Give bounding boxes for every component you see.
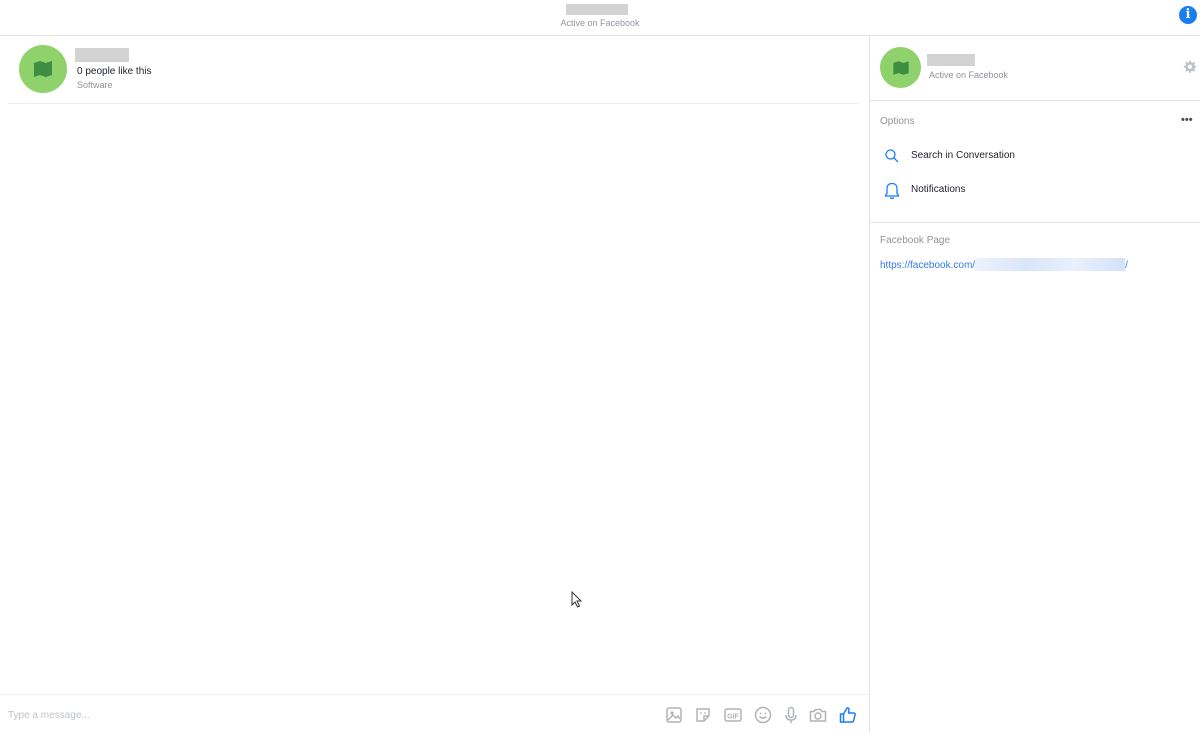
conversation-topbar: Active on Facebook i	[0, 0, 1200, 36]
page-info-header: 0 people like this Software	[8, 36, 859, 104]
page-category: Software	[77, 80, 113, 90]
like-icon[interactable]	[838, 705, 858, 725]
message-composer: GIF	[0, 694, 869, 734]
camera-icon[interactable]	[808, 705, 828, 725]
conversation-pane: 0 people like this Software GIF	[0, 36, 870, 733]
avatar[interactable]	[19, 45, 67, 93]
link-suffix: /	[1125, 260, 1128, 272]
flag-icon	[892, 60, 909, 75]
likes-count: 0 people like this	[77, 66, 152, 77]
flag-icon	[34, 61, 52, 77]
redacted-page-name	[927, 54, 975, 66]
emoji-icon[interactable]	[753, 705, 773, 725]
option-label: Search in Conversation	[911, 150, 1015, 161]
sticker-icon[interactable]	[693, 705, 713, 725]
gif-label: GIF	[727, 714, 739, 721]
options-title: Options	[880, 116, 915, 127]
info-icon[interactable]: i	[1179, 6, 1197, 24]
mouse-cursor-icon	[571, 591, 583, 608]
redacted-page-name	[566, 4, 628, 15]
facebook-page-title: Facebook Page	[880, 235, 951, 246]
gif-icon[interactable]: GIF	[723, 705, 743, 725]
image-icon[interactable]	[664, 705, 684, 725]
message-input[interactable]	[8, 705, 508, 725]
search-icon	[885, 149, 899, 163]
details-header: Active on Facebook	[870, 36, 1200, 101]
gear-icon[interactable]	[1183, 60, 1196, 73]
bell-icon	[884, 182, 900, 200]
option-label: Notifications	[911, 184, 966, 195]
facebook-page-section: Facebook Page https://facebook.com/ /	[870, 223, 1200, 303]
redacted-page-name	[75, 48, 129, 62]
more-options-button[interactable]: •••	[1181, 114, 1193, 126]
facebook-page-link[interactable]: https://facebook.com/ /	[880, 258, 1128, 272]
avatar[interactable]	[880, 47, 921, 88]
options-section: Options ••• Search in Conversation Notif…	[870, 101, 1200, 223]
active-status: Active on Facebook	[560, 18, 640, 28]
search-in-conversation-option[interactable]: Search in Conversation	[880, 144, 1180, 170]
details-pane: Active on Facebook Options ••• Search in…	[870, 36, 1200, 733]
notifications-option[interactable]: Notifications	[880, 178, 1180, 204]
microphone-icon[interactable]	[781, 705, 801, 725]
link-prefix: https://facebook.com/	[880, 260, 976, 272]
redacted-link-path	[975, 258, 1126, 271]
active-status: Active on Facebook	[929, 70, 1009, 80]
